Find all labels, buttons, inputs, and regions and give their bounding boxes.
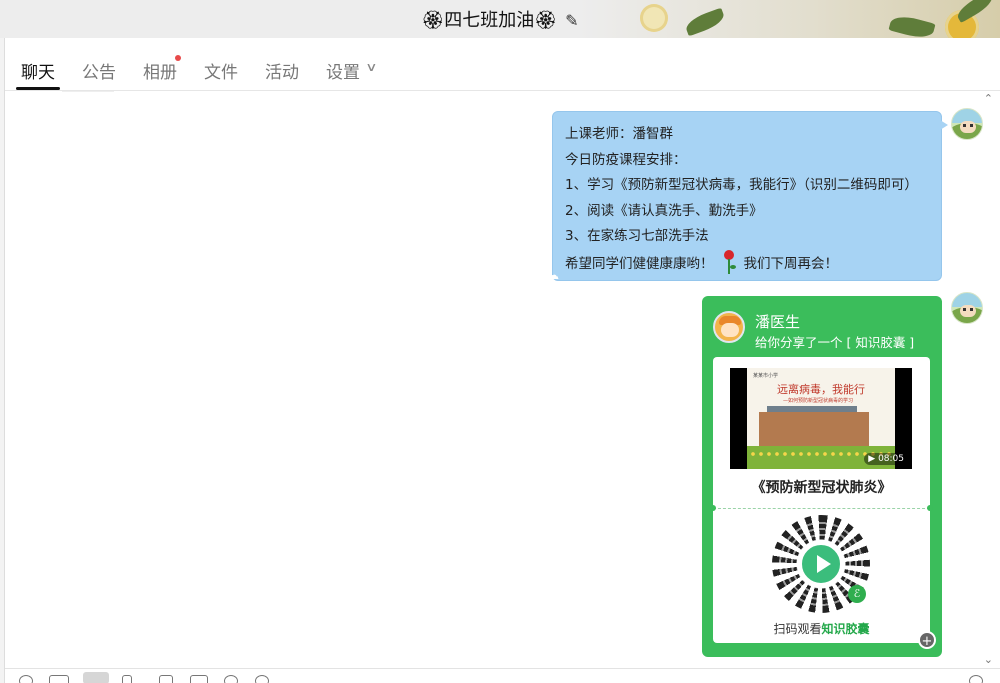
divider (713, 508, 930, 509)
message-line: 1、学习《预防新型冠状病毒，我能行》（识别二维码即可） (565, 177, 918, 193)
message-line: 2、阅读《请认真洗手、勤洗手》 (565, 202, 763, 219)
scroll-down-icon[interactable]: ⌄ (984, 653, 993, 666)
chevron-down-icon[interactable]: ∨ (365, 60, 377, 74)
message-area: ⌃ 上课老师：潘智群 今日防疫课程安排： 1、学习《预防新型冠状病毒，我能行》（… (5, 92, 1000, 668)
message-line: 上课老师：潘智群 (565, 126, 673, 142)
avatar[interactable] (951, 292, 983, 324)
divider-dot (927, 505, 933, 511)
scan-caption: 扫码观看知识胶囊 (773, 622, 870, 636)
gif-icon[interactable] (49, 675, 69, 683)
tab-album[interactable]: 相册 (143, 58, 177, 83)
share-card[interactable]: 潘医生 给你分享了一个 [ 知识胶囊 ] 某某市小学 远离病毒，我能行 —如何预… (702, 296, 942, 657)
video-thumbnail[interactable]: 某某市小学 远离病毒，我能行 —如何预防新型冠状病毒的学习 ▶ 08:05 (730, 368, 912, 469)
message-line: 3、在家练习七部洗手法 (565, 228, 709, 244)
rose-emoji-icon (722, 249, 736, 274)
edit-pencil-icon[interactable]: ✎ (565, 11, 578, 30)
emoji-icon[interactable] (19, 675, 33, 683)
sender-avatar[interactable] (713, 311, 745, 343)
zoom-icon[interactable]: + (918, 631, 936, 649)
qr-code[interactable]: ℰ (772, 515, 870, 613)
tab-bar: 聊天 公告 相册 文件 活动 设置 ∨ (5, 38, 1000, 91)
tab-settings[interactable]: 设置 (326, 58, 360, 83)
tab-chat[interactable]: 聊天 (21, 58, 55, 83)
more-icon[interactable] (255, 675, 269, 683)
building-image (759, 412, 869, 448)
avatar[interactable] (951, 108, 983, 140)
cloud-icon: ☁ (547, 268, 559, 282)
message-line: 今日防疫课程安排： (565, 151, 687, 168)
tab-announcement[interactable]: 公告 (82, 58, 116, 83)
album-badge (175, 55, 181, 61)
image-icon[interactable] (159, 675, 173, 683)
history-icon[interactable] (969, 675, 983, 683)
play-icon (799, 542, 843, 586)
window-title: 🏵四七班加油🏵 ✎ (0, 6, 1000, 32)
message-line: 希望同学们健健康康哟！ 我们下周再会！ (565, 249, 929, 278)
group-name[interactable]: 🏵四七班加油🏵 (421, 10, 557, 31)
miniprogram-icon: ℰ (848, 585, 866, 603)
file-icon[interactable] (122, 675, 132, 683)
message-text: 希望同学们健健康康哟！ (565, 255, 714, 272)
active-tab-indicator (16, 87, 60, 90)
slide-subtitle: —如何预防新型冠状病毒的学习 (783, 398, 854, 404)
slide-school: 某某市小学 (753, 373, 779, 379)
tab-files[interactable]: 文件 (204, 58, 238, 83)
title-bar: 🏵四七班加油🏵 ✎ (0, 0, 1000, 38)
scroll-up-icon[interactable]: ⌃ (984, 92, 993, 105)
divider-dot (710, 505, 716, 511)
slide-title: 远离病毒，我能行 (777, 383, 865, 396)
scissors-icon[interactable] (83, 672, 109, 683)
video-title: 《预防新型冠状肺炎》 (751, 480, 892, 496)
sender-name: 潘医生 (755, 313, 801, 331)
video-duration: ▶ 08:05 (864, 453, 908, 465)
voice-icon[interactable] (224, 675, 238, 683)
share-card-content: 某某市小学 远离病毒，我能行 —如何预防新型冠状病毒的学习 ▶ 08:05 《预… (710, 357, 933, 643)
tab-activities[interactable]: 活动 (265, 58, 299, 83)
bubble-tail (940, 120, 948, 130)
share-subtitle: 给你分享了一个 [ 知识胶囊 ] (755, 335, 915, 350)
text-message-bubble[interactable]: 上课老师：潘智群 今日防疫课程安排： 1、学习《预防新型冠状病毒，我能行》（识别… (547, 111, 948, 282)
message-text: 我们下周再会！ (743, 255, 839, 272)
screen-icon[interactable] (190, 675, 208, 683)
chat-window: 聊天 公告 相册 文件 活动 设置 ∨ ⌃ 上课老师：潘智群 今日防疫课程安排：… (4, 38, 1000, 683)
input-toolbar (5, 668, 1000, 683)
